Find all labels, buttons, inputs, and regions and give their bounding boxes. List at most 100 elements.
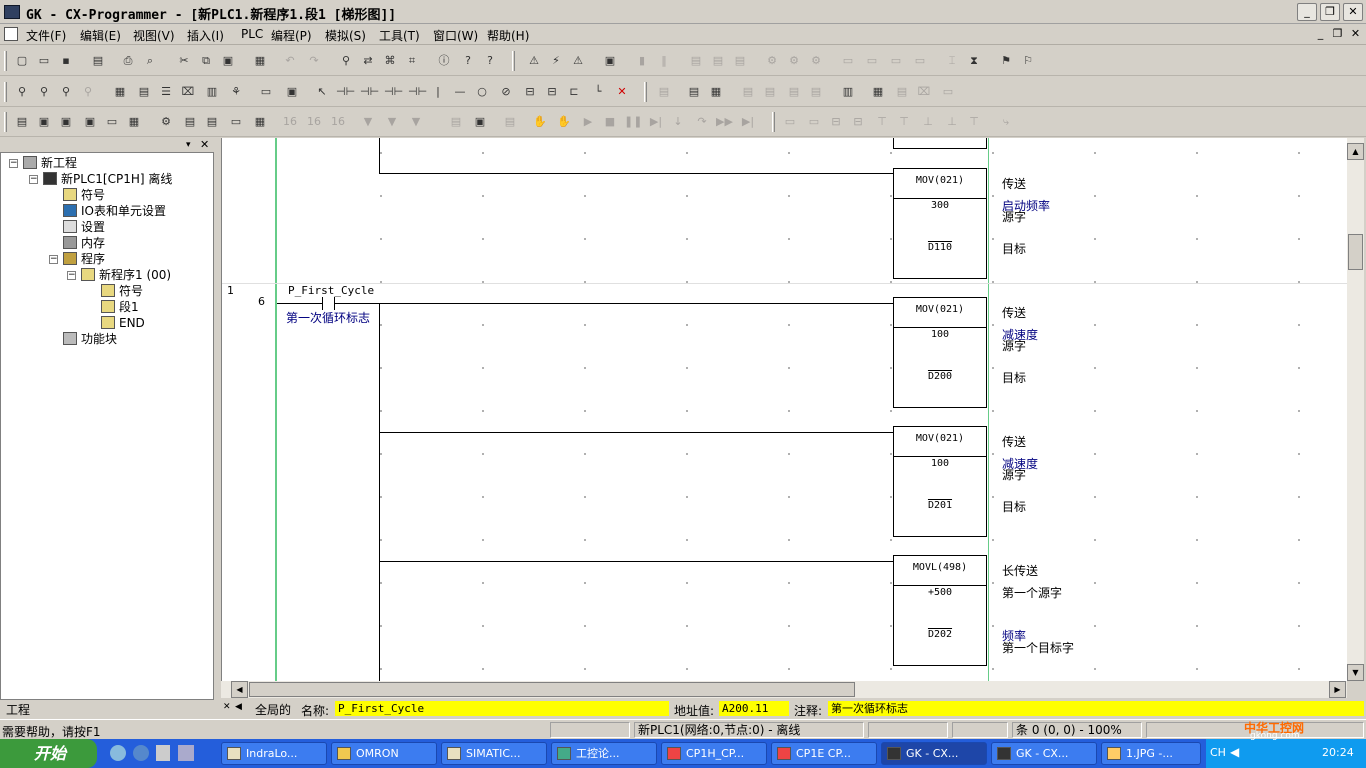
instruction-icon[interactable]: ⊟ <box>522 84 538 100</box>
trace-icon[interactable]: ⧗ <box>966 53 982 69</box>
clipboard-icon[interactable]: ▦ <box>252 53 268 69</box>
collapse-program1-icon[interactable]: − <box>67 271 76 280</box>
io-table-icon[interactable]: ⚙ <box>158 114 174 130</box>
pt-contact-icon[interactable]: ⊟ <box>544 84 560 100</box>
menu-file[interactable]: 文件(F) <box>26 27 66 44</box>
menu-window[interactable]: 窗口(W) <box>433 27 478 44</box>
step-in-icon[interactable]: ▼ <box>360 114 376 130</box>
task-indralogic[interactable]: IndraLo... <box>221 742 327 765</box>
print-preview-icon[interactable]: ▤ <box>90 53 106 69</box>
step-over-sim-icon[interactable]: ↷ <box>694 114 710 130</box>
row-insert-icon[interactable]: ⊟ <box>828 114 844 130</box>
start-button[interactable]: 开始 <box>0 739 97 768</box>
cell-insert-icon[interactable]: ▭ <box>782 114 798 130</box>
find-icon[interactable]: ⚲ <box>338 53 354 69</box>
scroll-left-icon[interactable]: ◀ <box>231 681 248 698</box>
compare-icon[interactable]: ▤ <box>732 53 748 69</box>
edit-table-icon[interactable]: ▤ <box>894 84 910 100</box>
hex-16b-icon[interactable]: 16 <box>306 114 322 130</box>
function-block-mov-1[interactable]: MOV(021) 300 D110 <box>893 168 987 279</box>
monitor-icon[interactable]: ⌧ <box>180 84 196 100</box>
diff-icon[interactable]: ▤ <box>740 84 756 100</box>
menu-simulate[interactable]: 模拟(S) <box>325 27 366 44</box>
rung-annotations-icon[interactable]: ☰ <box>158 84 174 100</box>
tab-project[interactable]: 工程 <box>2 700 214 718</box>
row-delete-icon[interactable]: ⊟ <box>850 114 866 130</box>
grid-icon[interactable]: ▦ <box>112 84 128 100</box>
scroll-down-icon[interactable]: ▼ <box>1347 664 1364 681</box>
address-reference-icon[interactable]: ▣ <box>82 114 98 130</box>
rung-delete-icon[interactable]: ⊥ <box>944 114 960 130</box>
ie-icon[interactable] <box>110 745 126 761</box>
hex-16-icon[interactable]: 16 <box>282 114 298 130</box>
col-insert-icon[interactable]: ⊤ <box>874 114 890 130</box>
quicklaunch-icon[interactable] <box>133 745 149 761</box>
menu-plc[interactable]: PLC <box>241 27 263 41</box>
st-view-icon[interactable]: ▣ <box>284 84 300 100</box>
sim-window-icon[interactable]: ▤ <box>448 114 464 130</box>
pt-coil-icon[interactable]: ⊏ <box>566 84 582 100</box>
toggle-bit-icon[interactable]: ▮ <box>634 53 650 69</box>
step-over-icon[interactable]: ▼ <box>384 114 400 130</box>
tree-item-prog-symbols[interactable]: 符号 <box>101 283 143 299</box>
comment-field[interactable]: 第一次循环标志 <box>828 701 1364 716</box>
tree-item-memory[interactable]: 内存 <box>63 235 105 251</box>
tree-item-function-blocks[interactable]: 功能块 <box>63 331 117 347</box>
quicklaunch-doc-icon[interactable] <box>156 745 170 761</box>
force-off-icon[interactable]: ▭ <box>912 53 928 69</box>
online-icon[interactable]: ⚡ <box>548 53 564 69</box>
tree-item-plc[interactable]: 新PLC1[CP1H] 离线 <box>43 171 172 187</box>
data-table-icon[interactable]: ▦ <box>252 114 268 130</box>
collapse-plc-icon[interactable]: − <box>29 175 38 184</box>
set-icon[interactable]: ⌶ <box>944 53 960 69</box>
contact-name[interactable]: P_First_Cycle <box>288 284 374 297</box>
transfer-icon[interactable]: ▤ <box>686 84 702 100</box>
hand-icon[interactable]: ✋ <box>532 114 548 130</box>
language-indicator[interactable]: CH <box>1210 746 1226 759</box>
close-info-icon[interactable]: ✕ <box>223 702 231 712</box>
transfer-from-plc-icon[interactable]: ▤ <box>710 53 726 69</box>
redo-icon[interactable]: ↷ <box>306 53 322 69</box>
horizontal-scrollbar[interactable]: ◀ ▶ <box>221 681 1347 698</box>
output-window-icon[interactable]: ▣ <box>36 114 52 130</box>
menu-insert[interactable]: 插入(I) <box>187 27 224 44</box>
task-image-viewer[interactable]: 1.JPG -... <box>1101 742 1201 765</box>
tab-global[interactable]: 全局的 <box>255 701 291 718</box>
tree-item-io-table[interactable]: IO表和单元设置 <box>63 203 166 219</box>
contact-no-icon[interactable]: ⊣⊢ <box>336 84 355 100</box>
new-icon[interactable]: ▢ <box>14 53 30 69</box>
pause-icon[interactable]: ‖ <box>656 53 672 69</box>
cross-reference-icon[interactable]: ▦ <box>126 114 142 130</box>
coil-no-icon[interactable]: ○ <box>474 84 490 100</box>
task-simatic[interactable]: SIMATIC... <box>441 742 547 765</box>
cell-delete-icon[interactable]: ▭ <box>806 114 822 130</box>
symbols-icon[interactable]: ▤ <box>182 114 198 130</box>
mdi-minimize-button[interactable]: _ <box>1313 27 1328 41</box>
stop-icon[interactable]: ■ <box>602 114 618 130</box>
prev-info-icon[interactable]: ◀ <box>235 702 242 712</box>
properties-window-icon[interactable]: ▭ <box>104 114 120 130</box>
menu-help[interactable]: 帮助(H) <box>487 27 529 44</box>
diff-monitor-icon[interactable]: ▤ <box>762 84 778 100</box>
mdi-restore-button[interactable]: ❐ <box>1330 27 1345 41</box>
memory-icon[interactable]: ▭ <box>864 53 880 69</box>
io-comment-icon[interactable]: ▥ <box>840 84 856 100</box>
context-help-icon[interactable]: ? <box>482 53 498 69</box>
force-on-icon[interactable]: ▭ <box>888 53 904 69</box>
menu-tools[interactable]: 工具(T) <box>379 27 420 44</box>
breakpoint-icon[interactable]: ▤ <box>502 114 518 130</box>
memory-view-icon[interactable]: ▦ <box>870 84 886 100</box>
zoom-icon[interactable]: ⚲ <box>58 84 74 100</box>
work-online-icon[interactable]: ▣ <box>602 53 618 69</box>
clock[interactable]: 20:24 <box>1322 746 1354 759</box>
cancel-edit-icon[interactable]: ▦ <box>708 84 724 100</box>
ladder-diagram[interactable]: 1 6 P_First_Cycle 第一次循环标志 MOV(021) 300 D… <box>221 138 1347 681</box>
zoom-in-icon[interactable]: ⚲ <box>36 84 52 100</box>
rung-insert-icon[interactable]: ⊥ <box>920 114 936 130</box>
name-field[interactable]: P_First_Cycle <box>335 701 669 716</box>
time-chart-icon[interactable]: ▤ <box>808 84 824 100</box>
vertical-scroll-thumb[interactable] <box>1348 234 1363 270</box>
task-gk-cx-active[interactable]: GK - CX... <box>881 742 987 765</box>
warning-icon[interactable]: ⚠ <box>526 53 542 69</box>
vertical-line-icon[interactable]: | <box>430 84 446 100</box>
